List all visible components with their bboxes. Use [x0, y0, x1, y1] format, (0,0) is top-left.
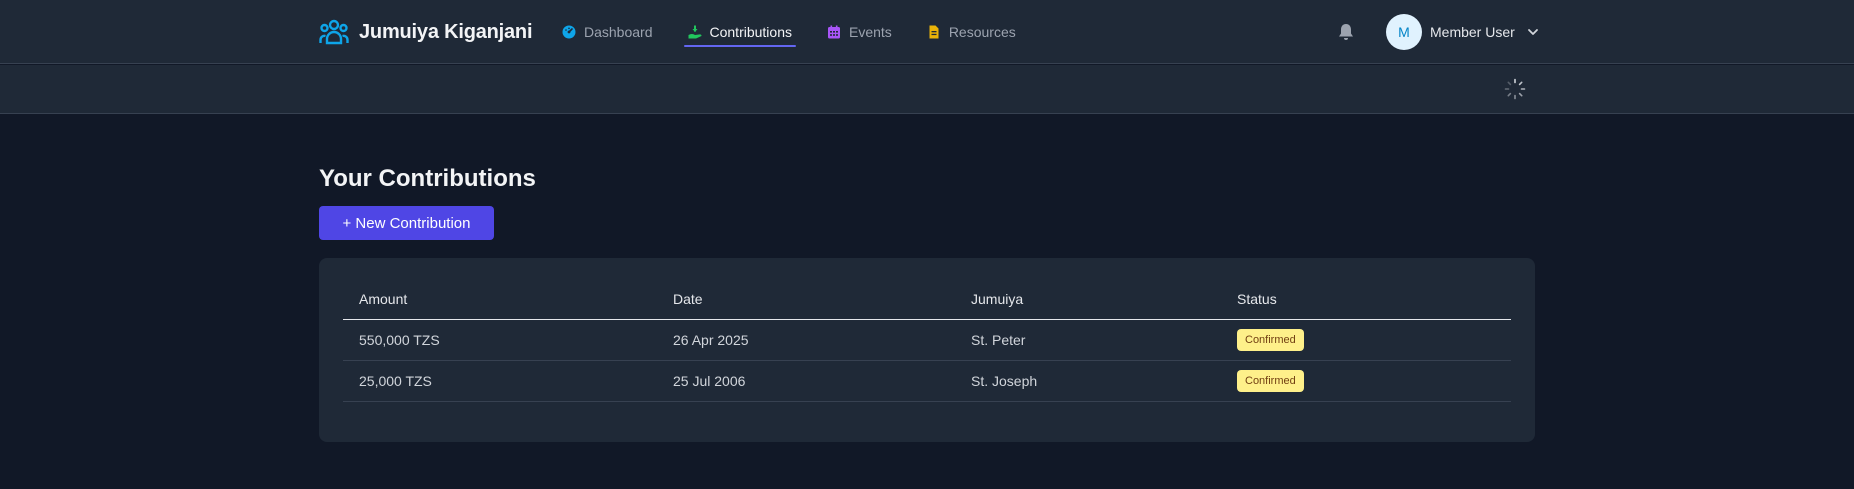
- table-row[interactable]: 550,000 TZS 26 Apr 2025 St. Peter Confir…: [343, 319, 1511, 361]
- nav-label: Dashboard: [584, 24, 653, 40]
- nav-contributions[interactable]: Contributions: [683, 17, 797, 47]
- nav-label: Events: [849, 24, 892, 40]
- hand-holding-dollar-icon: [688, 25, 701, 39]
- cell-status: Confirmed: [1221, 360, 1511, 402]
- contributions-table: Amount Date Jumuiya Status 550,000 TZS 2…: [343, 280, 1511, 402]
- contributions-card: Amount Date Jumuiya Status 550,000 TZS 2…: [319, 258, 1535, 442]
- brand-name: Jumuiya Kiganjani: [359, 20, 533, 43]
- cell-status: Confirmed: [1221, 319, 1511, 361]
- cell-jumuiya: St. Peter: [955, 319, 1221, 361]
- sub-header-bar: [0, 65, 1854, 114]
- avatar: M: [1386, 14, 1422, 50]
- document-icon: [929, 25, 939, 39]
- people-group-icon: [319, 19, 349, 45]
- user-menu[interactable]: M Member User: [1386, 14, 1539, 50]
- cell-jumuiya: St. Joseph: [955, 360, 1221, 402]
- column-header-date: Date: [657, 280, 955, 320]
- gauge-icon: [562, 25, 576, 39]
- nav-dashboard[interactable]: Dashboard: [558, 17, 657, 47]
- new-contribution-button[interactable]: + New Contribution: [319, 206, 494, 240]
- cell-amount: 25,000 TZS: [343, 360, 657, 402]
- column-header-status: Status: [1221, 280, 1511, 320]
- cell-date: 26 Apr 2025: [657, 319, 955, 361]
- main-nav: Dashboard Contributions Events Resources: [558, 0, 1047, 64]
- nav-events[interactable]: Events: [823, 17, 896, 47]
- table-row[interactable]: 25,000 TZS 25 Jul 2006 St. Joseph Confir…: [343, 360, 1511, 402]
- table-header-row: Amount Date Jumuiya Status: [343, 280, 1511, 320]
- nav-resources[interactable]: Resources: [923, 17, 1020, 47]
- column-header-amount: Amount: [343, 280, 657, 320]
- calendar-icon: [828, 25, 840, 39]
- nav-label: Contributions: [709, 24, 793, 40]
- chevron-down-icon: [1527, 29, 1538, 35]
- cell-amount: 550,000 TZS: [343, 319, 657, 361]
- user-name: Member User: [1430, 24, 1515, 40]
- top-navbar: Jumuiya Kiganjani Dashboard Contribution…: [0, 0, 1854, 64]
- status-badge: Confirmed: [1237, 369, 1304, 392]
- bell-icon[interactable]: [1336, 22, 1356, 42]
- brand[interactable]: Jumuiya Kiganjani: [319, 18, 533, 46]
- nav-label: Resources: [948, 24, 1016, 40]
- status-badge: Confirmed: [1237, 328, 1304, 351]
- cell-date: 25 Jul 2006: [657, 360, 955, 402]
- column-header-jumuiya: Jumuiya: [955, 280, 1221, 320]
- loading-spinner-icon: [1504, 78, 1526, 100]
- page-title: Your Contributions: [319, 165, 536, 192]
